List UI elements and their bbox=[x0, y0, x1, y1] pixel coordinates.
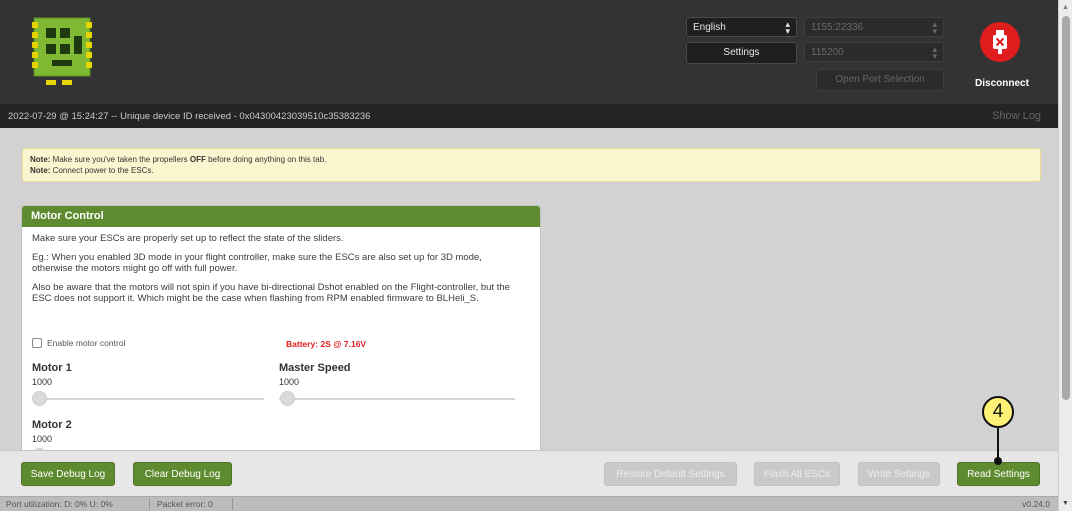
settings-button[interactable]: Settings bbox=[686, 42, 797, 64]
scroll-down-arrow-icon[interactable]: ▼ bbox=[1062, 500, 1069, 507]
motor-2-value: 1000 bbox=[32, 434, 53, 444]
step-number-badge: 4 bbox=[982, 396, 1014, 428]
enable-motor-checkbox[interactable] bbox=[32, 338, 42, 348]
master-speed-value: 1000 bbox=[279, 377, 300, 387]
read-settings-button[interactable]: Read Settings bbox=[957, 462, 1040, 486]
scrollbar-thumb[interactable] bbox=[1062, 16, 1070, 400]
status-bar: Port utilization: D: 0% U: 0% Packet err… bbox=[0, 496, 1058, 511]
note-box: Note: Make sure you've taken the propell… bbox=[22, 148, 1041, 182]
info-paragraph: Make sure your ESCs are properly set up … bbox=[32, 233, 344, 244]
scroll-up-arrow-icon[interactable]: ▲ bbox=[1062, 4, 1069, 11]
app-version: v0.24.0 bbox=[1022, 499, 1050, 509]
motor-control-panel: Motor Control Make sure your ESCs are pr… bbox=[21, 205, 541, 450]
status-divider bbox=[232, 498, 233, 510]
app-logo-icon bbox=[32, 17, 92, 85]
language-select[interactable]: English ▴ ▾ bbox=[686, 17, 797, 37]
write-settings-button[interactable]: Write Settings bbox=[858, 462, 940, 486]
note-line: Note: Connect power to the ESCs. bbox=[30, 166, 154, 175]
motor-1-value: 1000 bbox=[32, 377, 53, 387]
motor-1-label: Motor 1 bbox=[32, 362, 72, 374]
save-debug-log-button[interactable]: Save Debug Log bbox=[21, 462, 115, 486]
info-paragraph: Also be aware that the motors will not s… bbox=[32, 282, 510, 304]
disconnect-label[interactable]: Disconnect bbox=[968, 78, 1036, 89]
master-speed-slider-handle[interactable] bbox=[280, 391, 295, 406]
port-select[interactable]: 1155:22336 ▴ ▾ bbox=[804, 17, 944, 37]
panel-title: Motor Control bbox=[22, 206, 540, 227]
baud-rate-select[interactable]: 115200 ▴ ▾ bbox=[804, 42, 944, 62]
enable-motor-control[interactable]: Enable motor control bbox=[32, 338, 125, 348]
panel-body: Make sure your ESCs are properly set up … bbox=[22, 227, 540, 318]
app-header: English ▴ ▾ Settings 1155:22336 ▴ ▾ 115200… bbox=[0, 0, 1058, 104]
page-scrollbar[interactable]: ▲ ▼ bbox=[1058, 0, 1072, 511]
open-port-selection-button[interactable]: Open Port Selection bbox=[816, 69, 944, 91]
annotation-pointer-dot bbox=[994, 457, 1002, 465]
motor-2-label: Motor 2 bbox=[32, 419, 72, 431]
usb-plug-icon bbox=[993, 30, 1007, 54]
log-message: 2022-07-29 @ 15:24:27 -- Unique device I… bbox=[8, 111, 371, 122]
select-arrows-icon: ▴ ▾ bbox=[932, 19, 937, 36]
motor-1-slider-track[interactable] bbox=[32, 398, 264, 400]
note-line: Note: Make sure you've taken the propell… bbox=[30, 155, 327, 164]
motors-tab-content: Note: Make sure you've taken the propell… bbox=[0, 128, 1058, 450]
flash-all-escs-button[interactable]: Flash All ESCs bbox=[754, 462, 840, 486]
bottom-toolbar: Save Debug Log Clear Debug Log Restore D… bbox=[0, 450, 1058, 496]
disconnect-button[interactable] bbox=[980, 22, 1020, 62]
select-arrows-icon: ▴ ▾ bbox=[785, 19, 790, 36]
clear-debug-log-button[interactable]: Clear Debug Log bbox=[133, 462, 232, 486]
info-paragraph: Eg.: When you enabled 3D mode in your fl… bbox=[32, 252, 482, 274]
master-speed-slider-track[interactable] bbox=[279, 398, 515, 400]
packet-error: Packet error: 0 bbox=[157, 499, 213, 509]
restore-default-settings-button[interactable]: Restore Default Settings bbox=[604, 462, 737, 486]
status-divider bbox=[149, 498, 150, 510]
port-utilization: Port utilization: D: 0% U: 0% bbox=[6, 499, 113, 509]
show-log-link[interactable]: Show Log bbox=[992, 110, 1041, 122]
motor-1-slider-handle[interactable] bbox=[32, 391, 47, 406]
battery-status: Battery: 2S @ 7.16V bbox=[286, 339, 367, 349]
master-speed-label: Master Speed bbox=[279, 362, 351, 374]
log-bar: 2022-07-29 @ 15:24:27 -- Unique device I… bbox=[0, 104, 1058, 128]
select-arrows-icon: ▴ ▾ bbox=[932, 44, 937, 61]
